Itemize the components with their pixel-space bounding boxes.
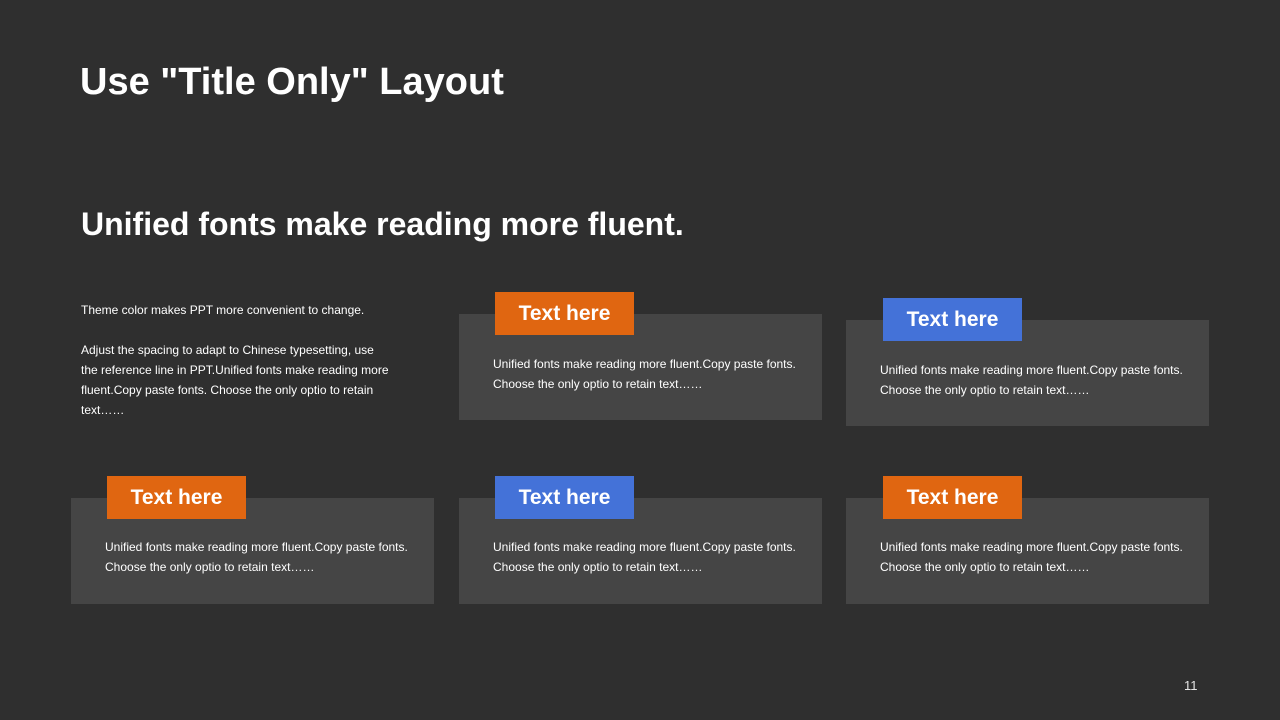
- card-body-text: Unified fonts make reading more fluent.C…: [105, 540, 408, 574]
- card-tag-3: Text here: [107, 476, 246, 519]
- slide-title: Use "Title Only" Layout: [80, 61, 504, 103]
- slide: Use "Title Only" Layout Unified fonts ma…: [0, 0, 1280, 720]
- card-tag-4: Text here: [495, 476, 634, 519]
- card-body-text: Unified fonts make reading more fluent.C…: [880, 363, 1183, 397]
- page-number: 11: [1184, 678, 1198, 693]
- card-tag-5: Text here: [883, 476, 1022, 519]
- card-tag-1: Text here: [495, 292, 634, 335]
- card-body-text: Unified fonts make reading more fluent.C…: [880, 540, 1183, 574]
- slide-subtitle: Unified fonts make reading more fluent.: [81, 206, 684, 242]
- intro-paragraph-2: Adjust the spacing to adapt to Chinese t…: [81, 343, 389, 417]
- card-tag-2: Text here: [883, 298, 1022, 341]
- intro-text-block: Theme color makes PPT more convenient to…: [81, 300, 391, 420]
- card-body-text: Unified fonts make reading more fluent.C…: [493, 540, 796, 574]
- card-body-text: Unified fonts make reading more fluent.C…: [493, 357, 796, 391]
- intro-paragraph-1: Theme color makes PPT more convenient to…: [81, 303, 365, 317]
